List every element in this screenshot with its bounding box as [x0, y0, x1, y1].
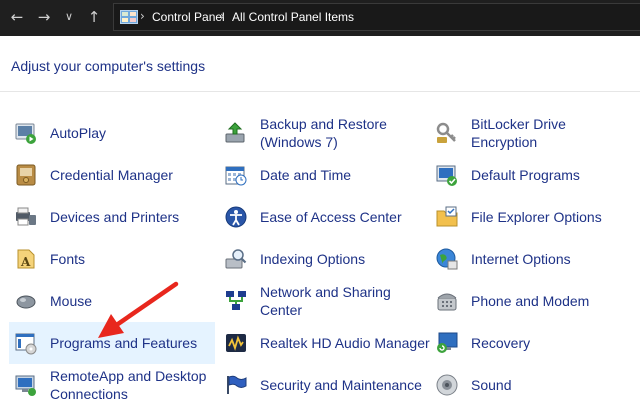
item-label: BitLocker Drive Encryption [471, 116, 566, 150]
forward-arrow-icon[interactable]: → [33, 6, 55, 28]
item-label: Internet Options [471, 251, 571, 267]
file-explorer-options-icon [436, 206, 458, 227]
item-label: Indexing Options [260, 251, 366, 267]
item-date-time[interactable]: Date and Time [224, 154, 424, 196]
up-arrow-icon[interactable]: ↑ [83, 6, 105, 28]
default-programs-icon [436, 165, 457, 186]
breadcrumb-separator-icon: › [220, 9, 225, 23]
recent-locations-chevron-icon[interactable]: ∨ [58, 6, 80, 28]
item-file-explorer-options[interactable]: File Explorer Options [435, 196, 635, 238]
credential-manager-icon [16, 164, 36, 186]
realtek-audio-icon [226, 334, 246, 352]
autoplay-icon [15, 123, 36, 144]
item-label: Sound [471, 377, 512, 393]
item-label: Realtek HD Audio Manager [260, 335, 430, 351]
backup-restore-icon [225, 122, 245, 143]
item-label: Backup and Restore (Windows 7) [260, 116, 387, 150]
phone-modem-icon [437, 293, 457, 311]
programs-features-icon [15, 333, 37, 355]
item-realtek-audio[interactable]: Realtek HD Audio Manager [224, 322, 434, 364]
address-bar[interactable]: › Control Panel › All Control Panel Item… [113, 3, 640, 31]
item-label: Fonts [50, 251, 86, 267]
svg-text:A: A [20, 255, 31, 269]
item-sound[interactable]: Sound [435, 364, 635, 406]
sound-icon [436, 374, 458, 396]
bitlocker-icon [436, 122, 456, 143]
indexing-options-icon [225, 249, 247, 269]
item-indexing-options[interactable]: Indexing Options [224, 238, 424, 280]
item-autoplay[interactable]: AutoPlay [14, 112, 204, 154]
item-label: Network and Sharing Center [260, 284, 391, 318]
item-label: Devices and Printers [50, 209, 180, 225]
item-remoteapp[interactable]: RemoteApp and Desktop Connections [14, 364, 214, 406]
item-security-maintenance[interactable]: Security and Maintenance [224, 364, 424, 406]
breadcrumb-control-panel[interactable]: Control Panel [152, 10, 225, 24]
ease-of-access-icon [225, 206, 247, 228]
item-label: Credential Manager [50, 167, 173, 183]
item-recovery[interactable]: Recovery [435, 322, 635, 364]
item-devices-printers[interactable]: Devices and Printers [14, 196, 204, 238]
page-title: Adjust your computer's settings [11, 58, 206, 74]
remoteapp-icon [15, 375, 36, 396]
item-phone-modem[interactable]: Phone and Modem [435, 280, 635, 322]
item-label: Date and Time [260, 167, 352, 183]
devices-printers-icon [16, 207, 36, 226]
network-sharing-icon [226, 291, 246, 310]
back-arrow-icon[interactable]: ← [6, 6, 28, 28]
item-backup-restore[interactable]: Backup and Restore (Windows 7) [224, 112, 424, 154]
item-bitlocker[interactable]: BitLocker Drive Encryption [435, 112, 635, 154]
date-time-icon [225, 166, 247, 186]
item-credential-manager[interactable]: Credential Manager [14, 154, 204, 196]
divider [0, 91, 640, 92]
mouse-icon [16, 295, 36, 309]
breadcrumb-all-items[interactable]: All Control Panel Items [232, 10, 354, 24]
item-label: Default Programs [471, 167, 580, 183]
item-internet-options[interactable]: Internet Options [435, 238, 635, 280]
item-label: Mouse [50, 293, 93, 309]
item-network-sharing[interactable]: Network and Sharing Center [224, 280, 424, 322]
item-label: Security and Maintenance [260, 377, 422, 393]
recovery-icon [437, 332, 458, 353]
explorer-titlebar: ← → ∨ ↑ › Control Panel › All Control Pa… [0, 0, 640, 36]
item-label: Programs and Features [50, 335, 198, 351]
item-fonts[interactable]: A Fonts [14, 238, 204, 280]
breadcrumb-separator-icon: › [140, 9, 145, 23]
item-default-programs[interactable]: Default Programs [435, 154, 635, 196]
item-label: Recovery [471, 335, 531, 351]
internet-options-icon [436, 248, 458, 270]
control-panel-icon [120, 10, 138, 24]
item-programs-features[interactable]: Programs and Features [9, 322, 215, 364]
item-mouse[interactable]: Mouse [14, 280, 204, 322]
fonts-icon: A [17, 249, 35, 269]
item-label: File Explorer Options [471, 209, 602, 225]
item-label: AutoPlay [50, 125, 107, 141]
item-label: Phone and Modem [471, 293, 590, 309]
item-label: RemoteApp and Desktop Connections [50, 368, 207, 402]
security-maintenance-icon [227, 375, 247, 394]
item-label: Ease of Access Center [260, 209, 402, 225]
item-ease-of-access[interactable]: Ease of Access Center [224, 196, 424, 238]
